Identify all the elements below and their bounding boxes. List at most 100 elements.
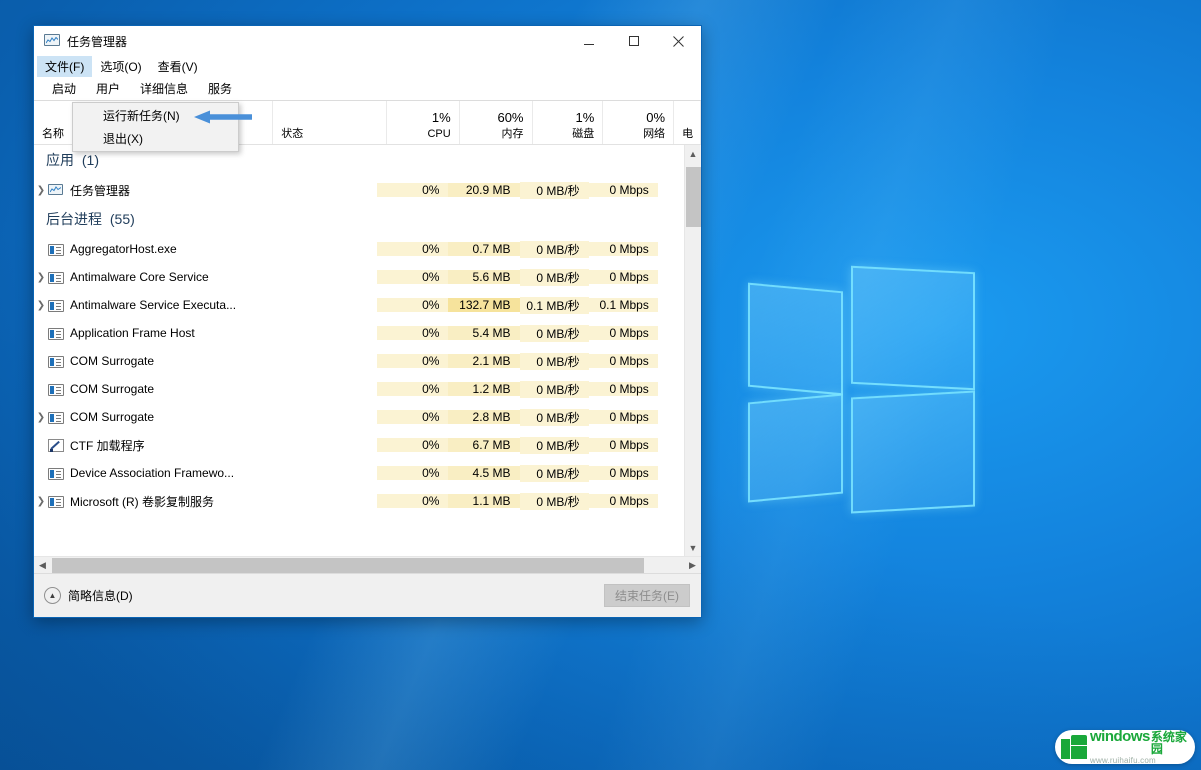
process-name: CTF 加载程序 <box>70 438 145 453</box>
process-memory: 4.5 MB <box>448 466 520 480</box>
scroll-left-icon[interactable]: ◀ <box>34 557 51 574</box>
process-network: 0 Mbps <box>588 382 658 396</box>
column-pct-power <box>674 110 700 127</box>
column-pct-memory: 60% <box>497 110 524 125</box>
end-task-button[interactable]: 结束任务(E) <box>604 584 690 607</box>
tab-startup[interactable]: 启动 <box>42 77 86 100</box>
column-header-status[interactable]: 状态 <box>273 101 387 144</box>
process-cpu: 0% <box>377 354 449 368</box>
desktop: 任务管理器 文件(F) 选项(O) 查看(V) 启动 用户 详细信息 服务 名称… <box>0 0 1201 770</box>
chevron-up-icon: ▲ <box>44 587 61 604</box>
process-cpu: 0% <box>377 183 449 197</box>
chevron-right-icon[interactable]: ❯ <box>34 496 48 507</box>
process-network: 0 Mbps <box>588 466 658 480</box>
watermark-cn: 系统家园 <box>1150 730 1187 756</box>
process-disk: 0 MB/秒 <box>519 464 589 482</box>
process-name: 任务管理器 <box>70 183 131 198</box>
fewer-details-label: 简略信息(D) <box>68 589 133 603</box>
process-memory: 1.2 MB <box>448 382 520 396</box>
column-header-network[interactable]: 0% 网络 <box>603 101 675 144</box>
process-name: Application Frame Host <box>70 326 195 340</box>
process-disk: 0.1 MB/秒 <box>519 296 589 314</box>
logo-pane-2 <box>851 265 975 391</box>
ctf-loader-icon <box>48 439 64 452</box>
menu-options[interactable]: 选项(O) <box>92 56 149 77</box>
column-header-power[interactable]: 电 <box>674 101 701 144</box>
horizontal-scroll-thumb[interactable] <box>52 558 644 573</box>
close-icon[interactable] <box>656 26 701 56</box>
process-cpu: 0% <box>377 270 449 284</box>
vertical-scroll-thumb[interactable] <box>686 167 701 227</box>
process-cpu: 0% <box>377 438 449 452</box>
process-network: 0 Mbps <box>588 242 658 256</box>
process-icon <box>48 411 64 424</box>
title-bar[interactable]: 任务管理器 <box>34 26 701 56</box>
scroll-right-icon[interactable]: ▶ <box>684 557 701 574</box>
minimize-button[interactable] <box>566 26 611 56</box>
process-cpu: 0% <box>377 326 449 340</box>
table-row[interactable]: ❯Application Frame Host0%5.4 MB0 MB/秒0 M… <box>34 319 684 347</box>
horizontal-scrollbar[interactable]: ◀ ▶ <box>34 556 701 573</box>
process-disk: 0 MB/秒 <box>519 436 589 454</box>
table-row[interactable]: ❯ COM Surrogate 0% 2.8 MB 0 MB/秒 0 Mbps <box>34 403 684 431</box>
tab-users[interactable]: 用户 <box>86 77 130 100</box>
chevron-right-icon[interactable]: ❯ <box>34 185 48 196</box>
process-cpu: 0% <box>377 466 449 480</box>
chevron-right-icon[interactable]: ❯ <box>34 272 48 283</box>
column-label-network: 网络 <box>643 128 666 140</box>
window-controls <box>566 26 701 56</box>
chevron-right-icon[interactable]: ❯ <box>34 412 48 423</box>
column-header-disk[interactable]: 1% 磁盘 <box>533 101 604 144</box>
watermark-logo-icon <box>1061 735 1087 759</box>
column-header-cpu[interactable]: 1% CPU <box>387 101 460 144</box>
column-header-memory[interactable]: 60% 内存 <box>460 101 533 144</box>
process-disk: 0 MB/秒 <box>519 324 589 342</box>
tab-services[interactable]: 服务 <box>198 77 242 100</box>
table-row[interactable]: ❯COM Surrogate0%1.2 MB0 MB/秒0 Mbps <box>34 375 684 403</box>
process-cpu: 0% <box>377 410 449 424</box>
process-network: 0 Mbps <box>588 326 658 340</box>
process-icon <box>48 327 64 340</box>
menu-item-exit[interactable]: 退出(X) <box>73 128 238 151</box>
process-memory: 0.7 MB <box>448 242 520 256</box>
scroll-down-icon[interactable]: ▼ <box>685 539 702 556</box>
table-row[interactable]: ❯AggregatorHost.exe0%0.7 MB0 MB/秒0 Mbps <box>34 235 684 263</box>
table-row[interactable]: ❯CTF 加载程序0%6.7 MB0 MB/秒0 Mbps <box>34 431 684 459</box>
menu-item-run-new-task[interactable]: 运行新任务(N) <box>73 105 238 128</box>
process-cpu: 0% <box>377 382 449 396</box>
process-name: Microsoft (R) 卷影复制服务 <box>70 494 215 509</box>
process-icon <box>48 355 64 368</box>
group-name: 应用 <box>46 152 74 168</box>
process-memory: 2.8 MB <box>448 410 520 424</box>
scroll-up-icon[interactable]: ▲ <box>685 145 702 162</box>
column-label-disk: 磁盘 <box>572 128 595 140</box>
process-icon <box>48 271 64 284</box>
menu-file[interactable]: 文件(F) <box>37 56 93 77</box>
watermark-text: windows 系统家园 www.ruihaifu.com <box>1090 730 1187 764</box>
tab-details[interactable]: 详细信息 <box>130 77 198 100</box>
table-row[interactable]: ❯ Antimalware Core Service 0% 5.6 MB 0 MB/秒 0… <box>34 263 684 291</box>
menu-view[interactable]: 查看(V) <box>150 56 206 77</box>
process-name: COM Surrogate <box>70 382 155 396</box>
fewer-details-button[interactable]: ▲ 简略信息(D) <box>44 587 133 604</box>
table-row[interactable]: ❯ Antimalware Service Executa... 0% 132.7 M… <box>34 291 684 319</box>
table-row[interactable]: ❯ Microsoft (R) 卷影复制服务 0% 1.1 MB 0 MB/秒 0 Mbp… <box>34 487 684 515</box>
watermark-url: www.ruihaifu.com <box>1090 756 1156 765</box>
process-network: 0 Mbps <box>588 410 658 424</box>
table-row[interactable]: ❯COM Surrogate0%2.1 MB0 MB/秒0 Mbps <box>34 347 684 375</box>
process-icon <box>48 495 64 508</box>
process-icon <box>48 299 64 312</box>
column-label-cpu: CPU <box>427 128 451 140</box>
logo-pane-3 <box>748 393 843 503</box>
table-row[interactable]: ❯ 任务管理器 0% 20.9 MB 0 MB/秒 0 Mbps <box>34 176 684 204</box>
column-pct-network: 0% <box>646 110 666 125</box>
table-row[interactable]: ❯Device Association Framewo...0%4.5 MB0 … <box>34 459 684 487</box>
vertical-scrollbar[interactable]: ▲ ▼ <box>684 145 701 556</box>
process-name: AggregatorHost.exe <box>70 242 177 256</box>
process-network: 0.1 Mbps <box>588 298 658 312</box>
chevron-right-icon[interactable]: ❯ <box>34 300 48 311</box>
process-name: Device Association Framewo... <box>70 466 235 480</box>
maximize-button[interactable] <box>611 26 656 56</box>
process-network: 0 Mbps <box>588 438 658 452</box>
column-pct-status <box>273 110 386 127</box>
